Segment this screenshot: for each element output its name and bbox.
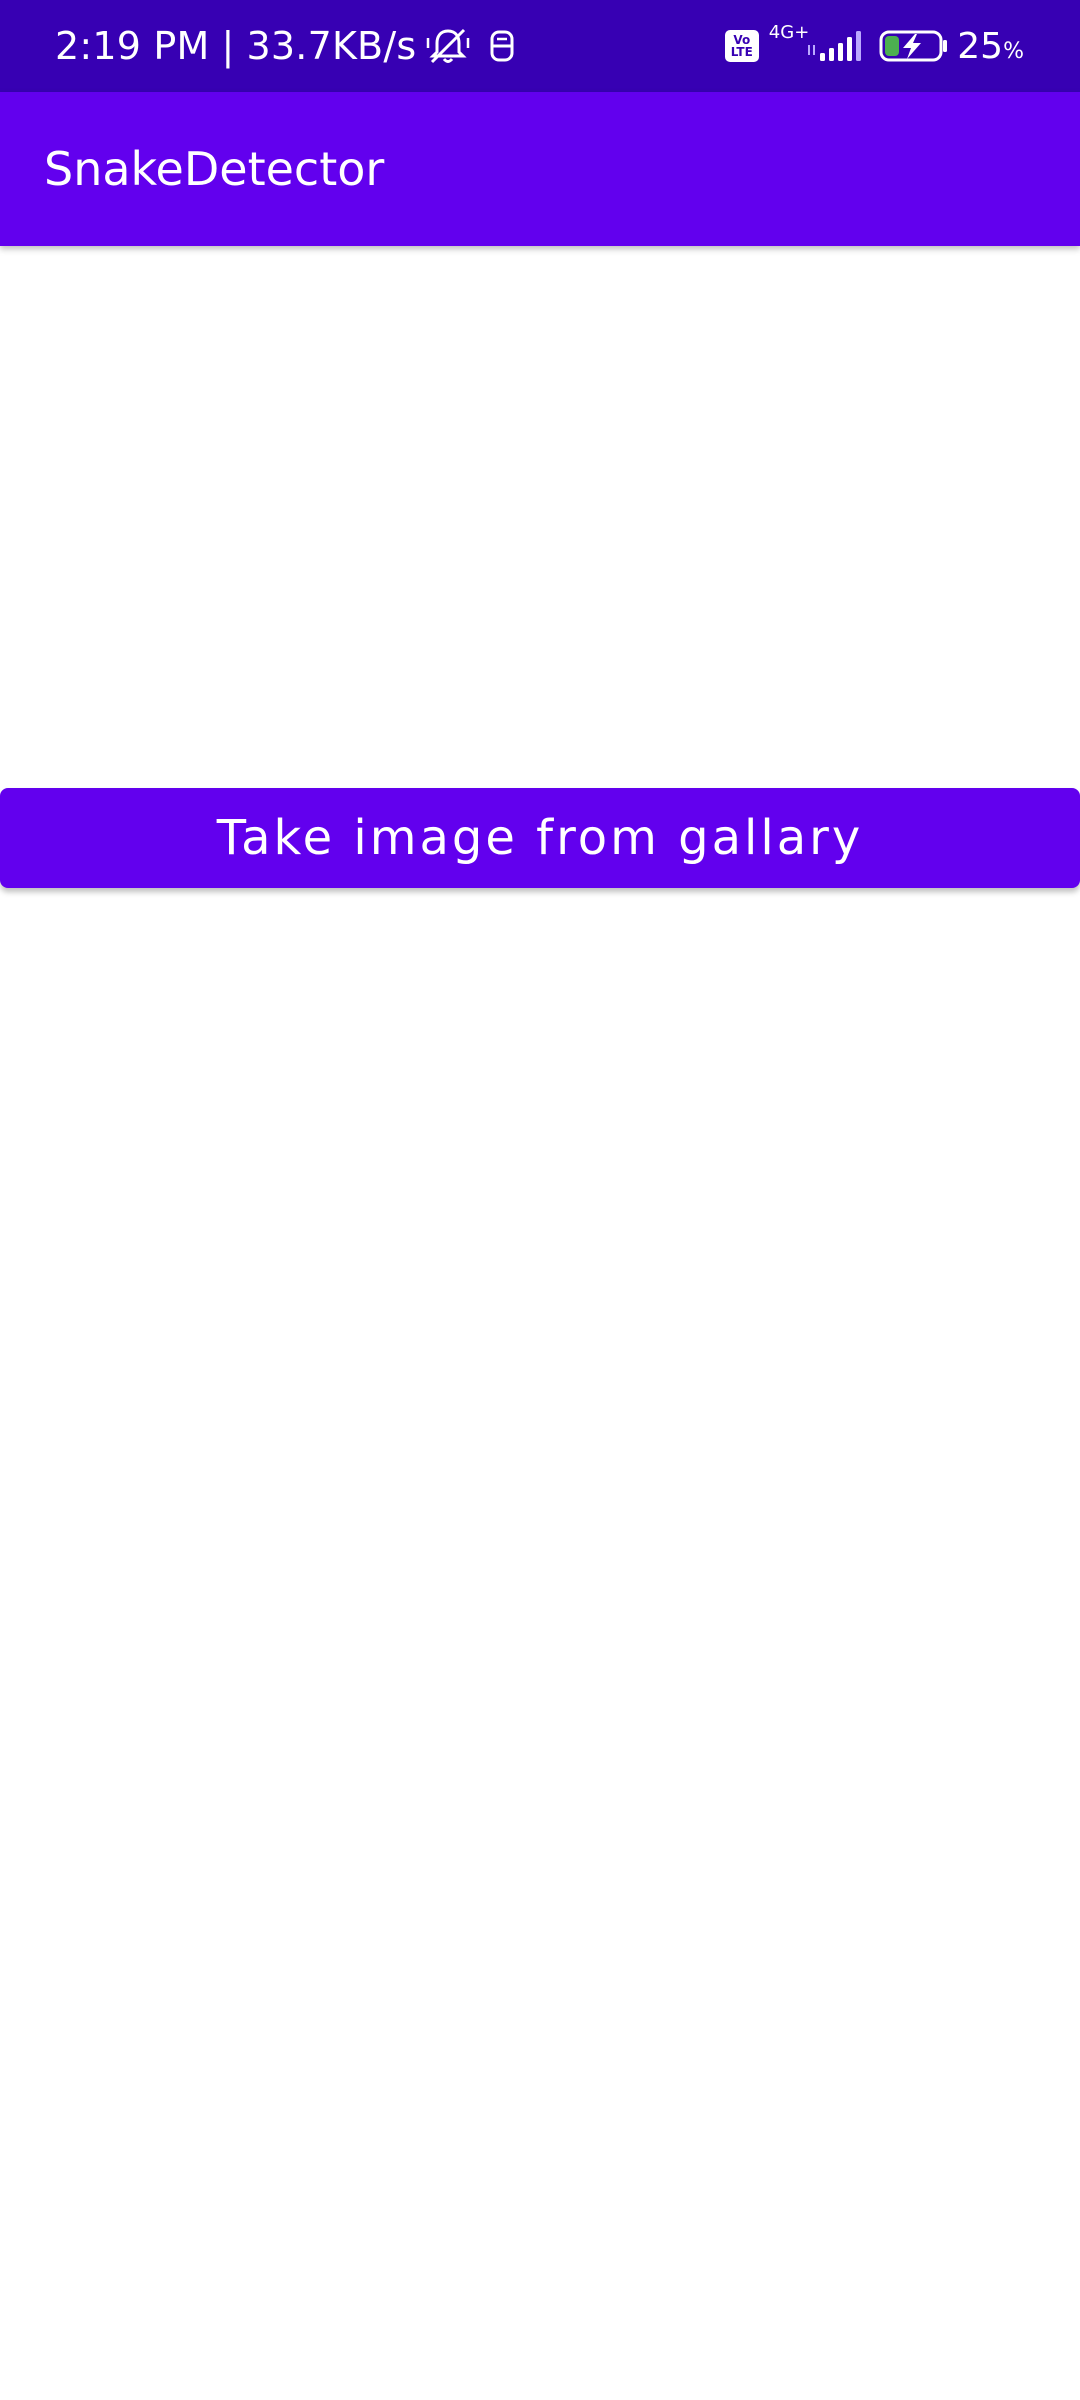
volte-bottom-text: LTE	[730, 45, 753, 59]
battery-unit: %	[1003, 38, 1024, 64]
battery-percentage: 25%	[957, 26, 1024, 67]
battery-level: 25	[957, 25, 1004, 67]
battery-charging-icon	[879, 28, 949, 64]
volte-icon: Vo LTE	[724, 30, 759, 62]
status-separator: |	[221, 24, 235, 68]
status-left: 2:19 PM | 33.7KB/s	[55, 0, 516, 92]
network-speed: 33.7KB/s	[246, 24, 417, 68]
network-type: 4G+	[768, 21, 810, 43]
app-bar: SnakeDetector	[0, 92, 1080, 246]
sim-icon	[488, 28, 516, 64]
take-image-from-gallery-button[interactable]: Take image from gallary	[0, 788, 1080, 888]
status-bar: 2:19 PM | 33.7KB/s Vo LTE 4G+ 25%	[0, 0, 1080, 92]
status-right: Vo LTE 4G+ 25%	[724, 0, 1024, 92]
mute-bell-icon	[426, 26, 470, 66]
status-time: 2:19 PM	[55, 24, 210, 68]
app-title: SnakeDetector	[44, 142, 385, 196]
signal-icon	[803, 29, 863, 63]
